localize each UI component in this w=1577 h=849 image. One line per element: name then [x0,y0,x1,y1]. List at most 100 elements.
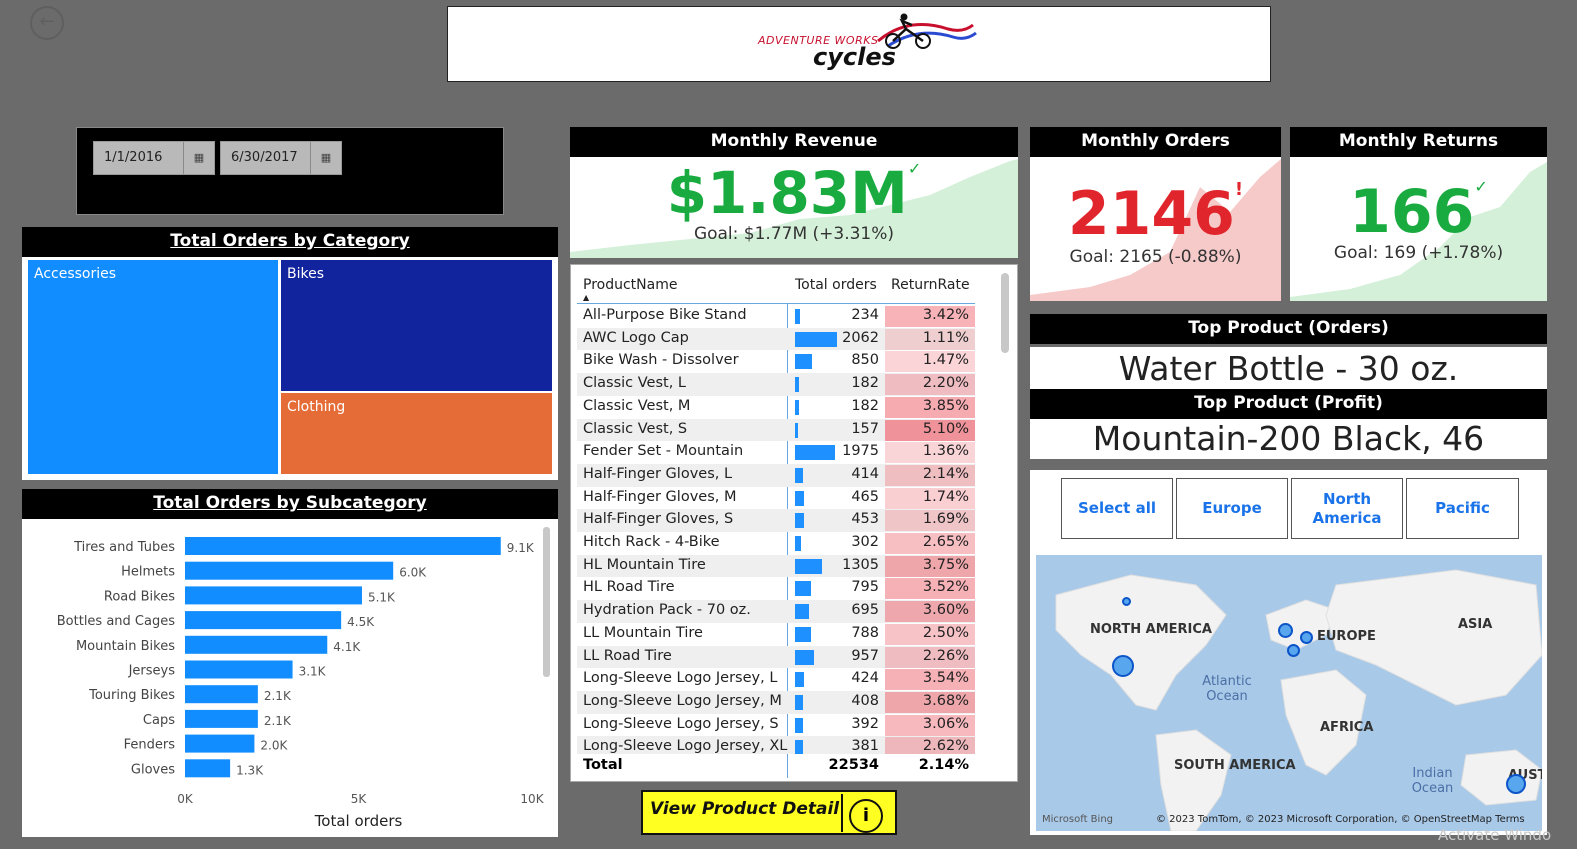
map-credit[interactable]: © 2023 TomTom, © 2023 Microsoft Corporat… [1156,814,1525,825]
map-bubble-canada[interactable] [1122,597,1131,606]
calendar-icon[interactable]: ▦ [310,142,341,174]
treemap-tile-bikes[interactable]: Bikes [281,260,552,391]
calendar-icon[interactable]: ▦ [183,142,214,174]
table-scrollbar[interactable] [1001,273,1009,353]
region-button-select-all[interactable]: Select all [1061,478,1173,539]
table-row[interactable]: HL Road Tire 795 3.52% [577,577,975,600]
bar-category-label: Caps [143,713,175,728]
chart-scrollbar[interactable] [543,527,550,677]
bar-tires-and-tubes[interactable] [185,537,501,555]
returns-kpi-card: 166✓ Goal: 169 (+1.78%) [1290,157,1547,301]
row-orders-databar [795,399,799,415]
bar-road-bikes[interactable] [185,586,362,605]
region-button-pacific[interactable]: Pacific [1406,478,1519,539]
revenue-goal: Goal: $1.77M (+3.31%) [693,224,895,244]
row-orders-databar [795,331,837,347]
table-row[interactable]: LL Mountain Tire 788 2.50% [577,623,975,646]
table-row[interactable]: Classic Vest, M 182 3.85% [577,396,975,419]
bar-gloves[interactable] [185,759,231,778]
table-row[interactable]: Bike Wash - Dissolver 850 1.47% [577,350,975,373]
bar-category-label: Bottles and Cages [57,614,175,629]
bar-fenders[interactable] [185,734,255,753]
table-row[interactable]: Long-Sleeve Logo Jersey, M 408 3.68% [577,690,975,714]
view-product-detail-label: View Product Detail [650,799,840,819]
bar-touring-bikes[interactable] [185,685,258,704]
bar-helmets[interactable] [185,561,394,580]
end-date-input[interactable]: 6/30/2017 ▦ [220,141,342,175]
region-map-panel: Select all Europe North America Pacific … [1030,470,1547,835]
bar-bottles-and-cages[interactable] [185,611,342,630]
revenue-value-wrap: $1.83M✓ [570,159,1018,227]
info-icon[interactable]: i [841,794,883,833]
top-product-profit-title: Top Product (Profit) [1030,389,1547,419]
row-return-rate: 3.60% [885,601,975,623]
bar-jerseys[interactable] [185,660,293,679]
table-row[interactable]: Half-Finger Gloves, S 453 1.69% [577,509,975,532]
table-row[interactable]: Hitch Rack - 4-Bike 302 2.65% [577,532,975,555]
row-product-name: LL Mountain Tire [583,624,703,641]
table-row[interactable]: Long-Sleeve Logo Jersey, XL 381 2.62% [577,736,975,754]
table-row[interactable]: Classic Vest, L 182 2.20% [577,373,975,396]
row-return-rate: 2.65% [885,533,975,554]
table-row[interactable]: LL Road Tire 957 2.26% [577,645,975,669]
region-button-europe[interactable]: Europe [1176,478,1288,539]
returns-value-wrap: 166✓ [1290,177,1547,247]
row-total-orders: 234 [851,307,879,323]
treemap-tile-label: Clothing [287,399,346,415]
row-return-rate: 3.52% [885,578,975,600]
bar-mountain-bikes[interactable] [185,635,328,654]
bar-caps[interactable] [185,709,258,728]
col-header-productname[interactable]: ProductName ▲ [583,277,677,302]
start-date-input[interactable]: 1/1/2016 ▦ [93,141,215,175]
table-row[interactable]: AWC Logo Cap 2062 1.11% [577,327,975,351]
status-alert-icon: ! [1234,179,1244,200]
row-orders-databar [795,513,805,529]
map-label-north-america: NORTH AMERICA [1090,622,1212,637]
table-row[interactable]: Half-Finger Gloves, L 414 2.14% [577,463,975,487]
table-row[interactable]: Fender Set - Mountain 1975 1.36% [577,441,975,464]
region-button-north-america[interactable]: North America [1291,478,1403,539]
col-header-total-orders[interactable]: Total orders [795,277,877,293]
table-body: All-Purpose Bike Stand 234 3.42% AWC Logo C… [571,305,1011,754]
top-product-profit-value: Mountain-200 Black, 46 [1030,419,1547,459]
logo-wordmark: ADVENTURE WORKS cycles [758,34,896,71]
row-product-name: Half-Finger Gloves, M [583,488,737,505]
row-product-name: Classic Vest, L [583,375,687,392]
row-total-orders: 302 [851,534,879,550]
map-bubble-north-america[interactable] [1112,655,1134,677]
col-header-returnrate[interactable]: ReturnRate [891,277,970,293]
row-total-orders: 182 [851,397,879,414]
world-map[interactable]: NORTH AMERICA EUROPE ASIA AFRICA SOUTH A… [1036,555,1542,831]
table-row[interactable]: HL Mountain Tire 1305 3.75% [577,554,975,578]
treemap-tile-accessories[interactable]: Accessories [28,260,278,474]
row-product-name: Long-Sleeve Logo Jersey, S [583,715,779,732]
treemap-tile-label: Accessories [34,266,117,282]
map-bubble-australia[interactable] [1506,774,1526,794]
table-row[interactable]: Long-Sleeve Logo Jersey, S 392 3.06% [577,714,975,737]
back-arrow-icon[interactable]: ← [30,6,64,40]
product-table: ProductName ▲ Total orders ReturnRate Al… [570,264,1018,782]
table-row[interactable]: Hydration Pack - 70 oz. 695 3.60% [577,600,975,623]
row-return-rate: 2.14% [885,464,975,486]
row-product-name: LL Road Tire [583,647,672,664]
table-row[interactable]: Half-Finger Gloves, M 465 1.74% [577,487,975,510]
top-product-orders-value: Water Bottle - 30 oz. [1030,347,1547,389]
bing-logo: Microsoft Bing [1042,814,1114,825]
map-bubble-france[interactable] [1287,644,1300,657]
row-return-rate: 3.06% [885,714,975,736]
table-row[interactable]: Long-Sleeve Logo Jersey, L 424 3.54% [577,668,975,691]
start-date-value: 1/1/2016 [104,150,163,165]
map-bubble-germany[interactable] [1300,631,1313,644]
row-orders-databar [795,354,813,370]
x-axis-title: Total orders [314,812,403,830]
row-total-orders: 695 [851,602,879,619]
map-bubble-uk[interactable] [1278,623,1293,638]
table-row[interactable]: Classic Vest, S 157 5.10% [577,418,975,442]
row-return-rate: 3.54% [885,669,975,691]
view-product-detail-button[interactable]: View Product Detail i [641,790,897,835]
table-row[interactable]: All-Purpose Bike Stand 234 3.42% [577,305,975,328]
row-orders-databar [795,649,815,665]
treemap-tile-clothing[interactable]: Clothing [281,393,552,474]
row-orders-databar [795,536,802,551]
end-date-value: 6/30/2017 [231,150,298,165]
